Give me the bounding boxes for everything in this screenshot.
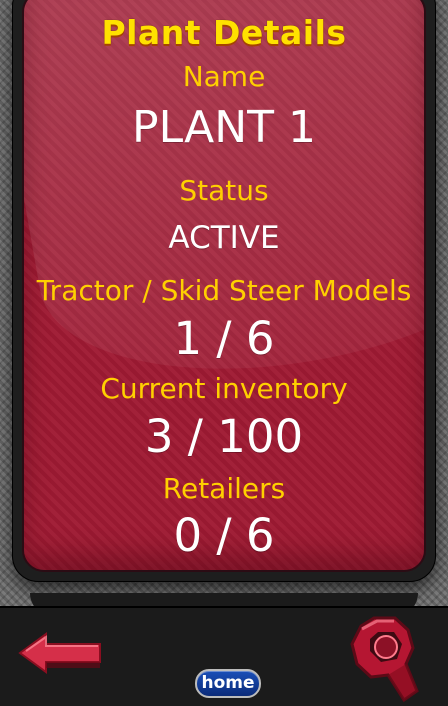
back-arrow-icon <box>18 632 101 674</box>
models-value: 1 / 6 <box>173 312 275 365</box>
plant-name-value: PLANT 1 <box>132 102 316 153</box>
home-button[interactable]: home <box>195 669 261 698</box>
settings-icon <box>350 616 419 703</box>
models-label: Tractor / Skid Steer Models <box>36 274 412 307</box>
name-label: Name <box>182 60 266 93</box>
inventory-label: Current inventory <box>100 372 348 405</box>
back-button[interactable] <box>18 630 104 676</box>
page-title: Plant Details <box>101 13 347 52</box>
retailers-label: Retailers <box>162 472 286 505</box>
inventory-value: 3 / 100 <box>144 410 304 463</box>
retailers-value: 0 / 6 <box>173 509 275 562</box>
status-label: Status <box>179 174 269 207</box>
status-value: ACTIVE <box>168 220 280 256</box>
settings-button[interactable] <box>346 614 428 703</box>
